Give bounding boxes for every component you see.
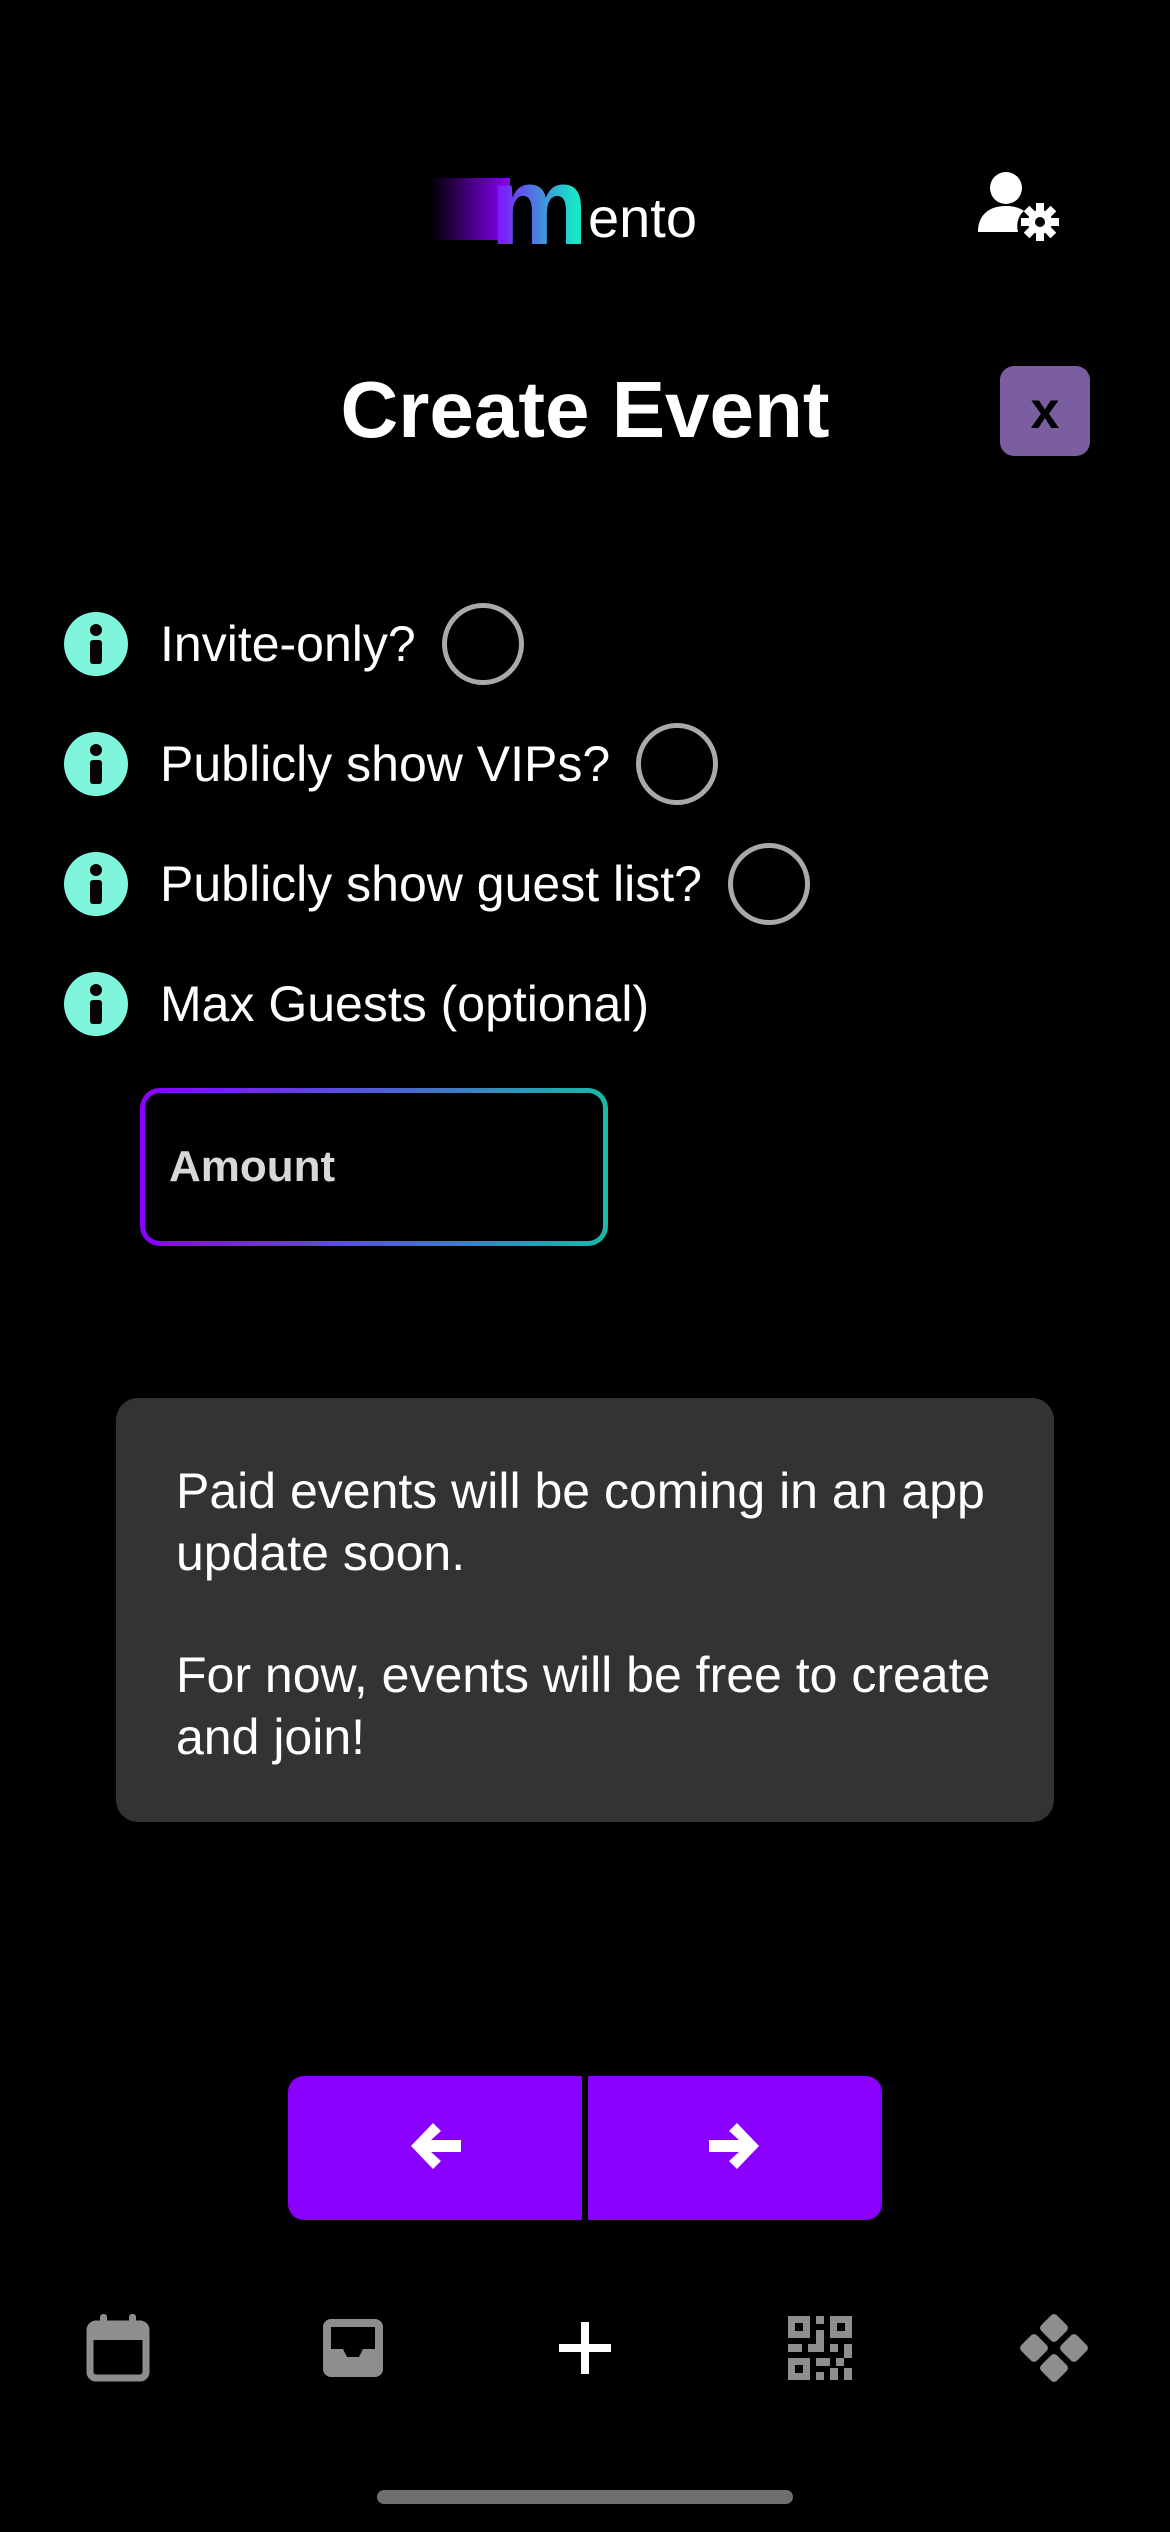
info-icon[interactable] bbox=[64, 852, 128, 916]
tab-create[interactable] bbox=[545, 2310, 625, 2390]
notice-line-1: Paid events will be coming in an app upd… bbox=[176, 1463, 985, 1581]
show-guest-list-radio[interactable] bbox=[727, 843, 810, 925]
home-indicator bbox=[377, 2490, 793, 2504]
user-settings-icon[interactable] bbox=[978, 170, 1060, 242]
option-max-guests: Max Guests (optional) bbox=[64, 968, 649, 1040]
arrow-left-icon bbox=[407, 2121, 463, 2176]
option-invite-only: Invite-only? bbox=[64, 603, 524, 685]
logo-m-letter: m bbox=[490, 145, 588, 268]
amount-field-border bbox=[140, 1088, 608, 1246]
invite-only-radio[interactable] bbox=[441, 603, 524, 685]
option-show-vips: Publicly show VIPs? bbox=[64, 723, 719, 805]
option-label: Publicly show VIPs? bbox=[160, 736, 611, 792]
inbox-icon bbox=[321, 2317, 385, 2384]
option-show-guest-list: Publicly show guest list? bbox=[64, 843, 810, 925]
tab-discover[interactable] bbox=[1014, 2310, 1094, 2390]
diamond-grid-icon bbox=[1019, 2313, 1089, 2388]
tab-calendar[interactable] bbox=[78, 2310, 158, 2390]
step-navigation bbox=[288, 2076, 882, 2220]
notice-line-2: For now, events will be free to create a… bbox=[176, 1647, 991, 1765]
app-logo: m ento bbox=[430, 152, 720, 262]
tab-bar bbox=[0, 2310, 1170, 2400]
close-button[interactable]: x bbox=[1000, 366, 1090, 456]
next-button[interactable] bbox=[588, 2076, 882, 2220]
info-icon[interactable] bbox=[64, 732, 128, 796]
info-icon[interactable] bbox=[64, 612, 128, 676]
show-vips-radio[interactable] bbox=[636, 723, 719, 805]
amount-input[interactable] bbox=[145, 1093, 603, 1241]
create-event-screen: m ento Create Event x Invite-only? Publi… bbox=[0, 0, 1170, 2532]
tab-inbox[interactable] bbox=[313, 2310, 393, 2390]
arrow-right-icon bbox=[707, 2121, 763, 2176]
paid-events-notice: Paid events will be coming in an app upd… bbox=[116, 1398, 1054, 1822]
tab-qr[interactable] bbox=[780, 2310, 860, 2390]
info-icon[interactable] bbox=[64, 972, 128, 1036]
logo-text: ento bbox=[588, 186, 697, 249]
page-title: Create Event bbox=[340, 365, 830, 454]
calendar-icon bbox=[86, 2313, 150, 2387]
plus-icon bbox=[557, 2320, 613, 2381]
option-label: Invite-only? bbox=[160, 616, 416, 672]
previous-button[interactable] bbox=[288, 2076, 582, 2220]
qr-code-icon bbox=[788, 2315, 852, 2385]
max-guests-label: Max Guests (optional) bbox=[160, 976, 650, 1032]
option-label: Publicly show guest list? bbox=[160, 856, 702, 912]
